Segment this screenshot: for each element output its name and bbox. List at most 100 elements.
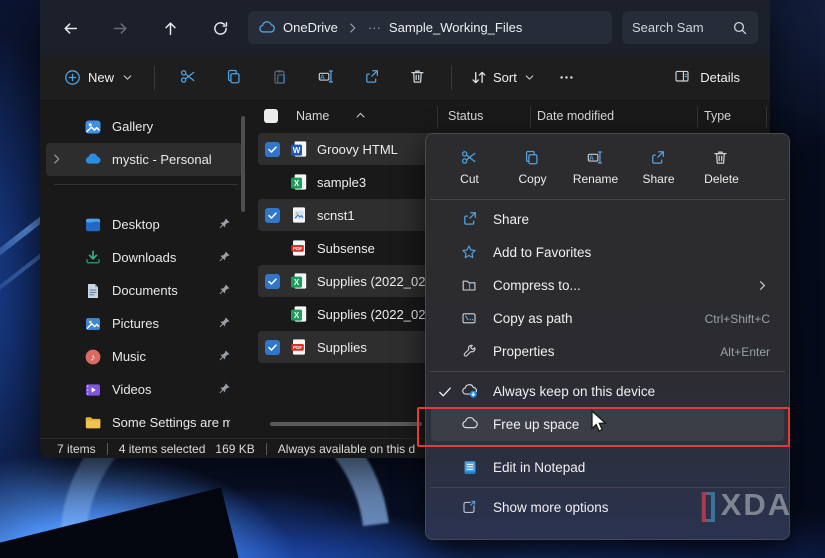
sidebar-item-desktop[interactable]: Desktop xyxy=(46,208,242,241)
excel-file-icon: X xyxy=(290,305,308,323)
column-header-status[interactable]: Status xyxy=(448,109,483,123)
sort-ascending-caret xyxy=(356,108,365,122)
details-pane-icon xyxy=(674,68,692,86)
refresh-button[interactable] xyxy=(202,10,238,46)
cloud-check-icon xyxy=(461,382,480,401)
breadcrumb-drive[interactable]: OneDrive xyxy=(283,20,338,35)
sidebar-item-gallery[interactable]: Gallery xyxy=(46,110,242,143)
menu-item-label: Properties xyxy=(493,344,720,359)
wrench-icon xyxy=(461,343,479,361)
word-file-icon: W xyxy=(290,140,308,158)
sidebar-item-documents[interactable]: Documents xyxy=(46,274,242,307)
share-button[interactable] xyxy=(352,60,392,96)
search-box[interactable]: Search Sam xyxy=(622,11,758,44)
breadcrumb-ellipsis[interactable]: ··· xyxy=(368,20,381,35)
address-bar[interactable]: OneDrive ··· Sample_Working_Files xyxy=(248,11,612,44)
menu-item-properties[interactable]: PropertiesAlt+Enter xyxy=(431,335,784,368)
details-view-button[interactable]: Details xyxy=(666,62,748,92)
copy-button[interactable] xyxy=(214,60,254,96)
onedrive-cloud-icon xyxy=(258,19,275,36)
column-header-date-modified[interactable]: Date modified xyxy=(537,109,614,123)
select-all-checkbox[interactable] xyxy=(264,109,278,123)
more-options-button[interactable] xyxy=(547,60,587,96)
menu-item-label: Edit in Notepad xyxy=(493,460,778,475)
sort-button-label: Sort xyxy=(493,70,517,85)
horizontal-scrollbar[interactable] xyxy=(270,422,422,426)
menu-item-share[interactable]: Share xyxy=(431,203,784,236)
rename-icon: A xyxy=(586,149,605,168)
pin-icon xyxy=(217,217,232,237)
path-icon xyxy=(461,310,479,328)
chevron-right-icon[interactable] xyxy=(50,152,64,171)
menu-command-cut[interactable]: Cut xyxy=(438,140,501,194)
sidebar-item-downloads[interactable]: Downloads xyxy=(46,241,242,274)
selection-size: 169 KB xyxy=(215,442,254,456)
paste-button[interactable] xyxy=(260,60,300,96)
sidebar-scrollbar[interactable] xyxy=(241,116,245,212)
search-icon xyxy=(732,20,748,36)
row-checkbox[interactable] xyxy=(265,340,280,355)
column-divider[interactable] xyxy=(697,106,698,128)
menu-command-label: Cut xyxy=(460,172,479,186)
up-button[interactable] xyxy=(152,10,188,46)
column-divider[interactable] xyxy=(437,106,438,128)
column-divider[interactable] xyxy=(766,106,767,128)
refresh-icon xyxy=(212,20,229,37)
desktop-icon xyxy=(84,216,102,234)
pictures-icon xyxy=(84,315,102,333)
menu-command-copy[interactable]: Copy xyxy=(501,140,564,194)
column-header-name[interactable]: Name xyxy=(296,109,329,123)
forward-button[interactable] xyxy=(102,10,138,46)
row-checkbox[interactable] xyxy=(265,274,280,289)
svg-text:PDF: PDF xyxy=(293,345,302,350)
sidebar-item-pictures[interactable]: Pictures xyxy=(46,307,242,340)
pdf-file-icon: PDF xyxy=(290,338,308,356)
command-toolbar: New A Sort Details xyxy=(40,55,770,101)
sidebar-item-some-settings-are-mana[interactable]: Some Settings are mana xyxy=(46,406,242,438)
pdf-file-icon: PDF xyxy=(290,239,308,257)
rename-icon: A xyxy=(317,68,336,87)
sort-button[interactable]: Sort xyxy=(462,63,544,92)
search-placeholder: Search Sam xyxy=(632,20,704,35)
menu-item-always-keep-on-this-device[interactable]: Always keep on this device xyxy=(431,375,784,408)
pin-icon xyxy=(217,283,232,303)
notepad-icon xyxy=(461,459,479,477)
rename-button[interactable]: A xyxy=(306,60,346,96)
folder-icon xyxy=(84,414,102,432)
toolbar-divider xyxy=(154,66,155,90)
menu-item-add-to-favorites[interactable]: Add to Favorites xyxy=(431,236,784,269)
column-header-type[interactable]: Type xyxy=(704,109,731,123)
menu-item-edit-in-notepad[interactable]: Edit in Notepad xyxy=(431,451,784,484)
menu-command-label: Copy xyxy=(518,172,546,186)
row-checkbox[interactable] xyxy=(265,208,280,223)
menu-item-compress-to[interactable]: Compress to... xyxy=(431,269,784,302)
cut-icon xyxy=(179,68,198,87)
new-button[interactable]: New xyxy=(54,63,144,92)
navigation-sidebar: Gallerymystic - Personal DesktopDownloads… xyxy=(40,102,248,438)
delete-button[interactable] xyxy=(398,60,438,96)
menu-item-copy-as-path[interactable]: Copy as pathCtrl+Shift+C xyxy=(431,302,784,335)
sidebar-item-label: Music xyxy=(112,349,146,364)
sidebar-item-videos[interactable]: Videos xyxy=(46,373,242,406)
copy-icon xyxy=(523,149,542,168)
menu-command-rename[interactable]: ARename xyxy=(564,140,627,194)
share-icon xyxy=(461,210,480,229)
menu-command-delete[interactable]: Delete xyxy=(690,140,753,194)
sidebar-item-music[interactable]: ♪Music xyxy=(46,340,242,373)
gallery-icon xyxy=(84,118,102,136)
cut-button[interactable] xyxy=(168,60,208,96)
file-name: Groovy HTML xyxy=(317,142,398,157)
column-divider[interactable] xyxy=(530,106,531,128)
menu-command-share[interactable]: Share xyxy=(627,140,690,194)
xda-logo-text: XDA xyxy=(721,487,792,523)
sidebar-item-mystic-personal[interactable]: mystic - Personal xyxy=(46,143,242,176)
menu-separator xyxy=(430,371,785,372)
back-button[interactable] xyxy=(52,10,88,46)
breadcrumb-folder[interactable]: Sample_Working_Files xyxy=(389,20,522,35)
zip-icon xyxy=(461,277,479,295)
navigation-bar: OneDrive ··· Sample_Working_Files Search… xyxy=(40,0,770,55)
row-checkbox[interactable] xyxy=(265,142,280,157)
file-name: scnst1 xyxy=(317,208,355,223)
menu-item-label: Always keep on this device xyxy=(493,384,778,399)
menu-item-label: Copy as path xyxy=(493,311,705,326)
